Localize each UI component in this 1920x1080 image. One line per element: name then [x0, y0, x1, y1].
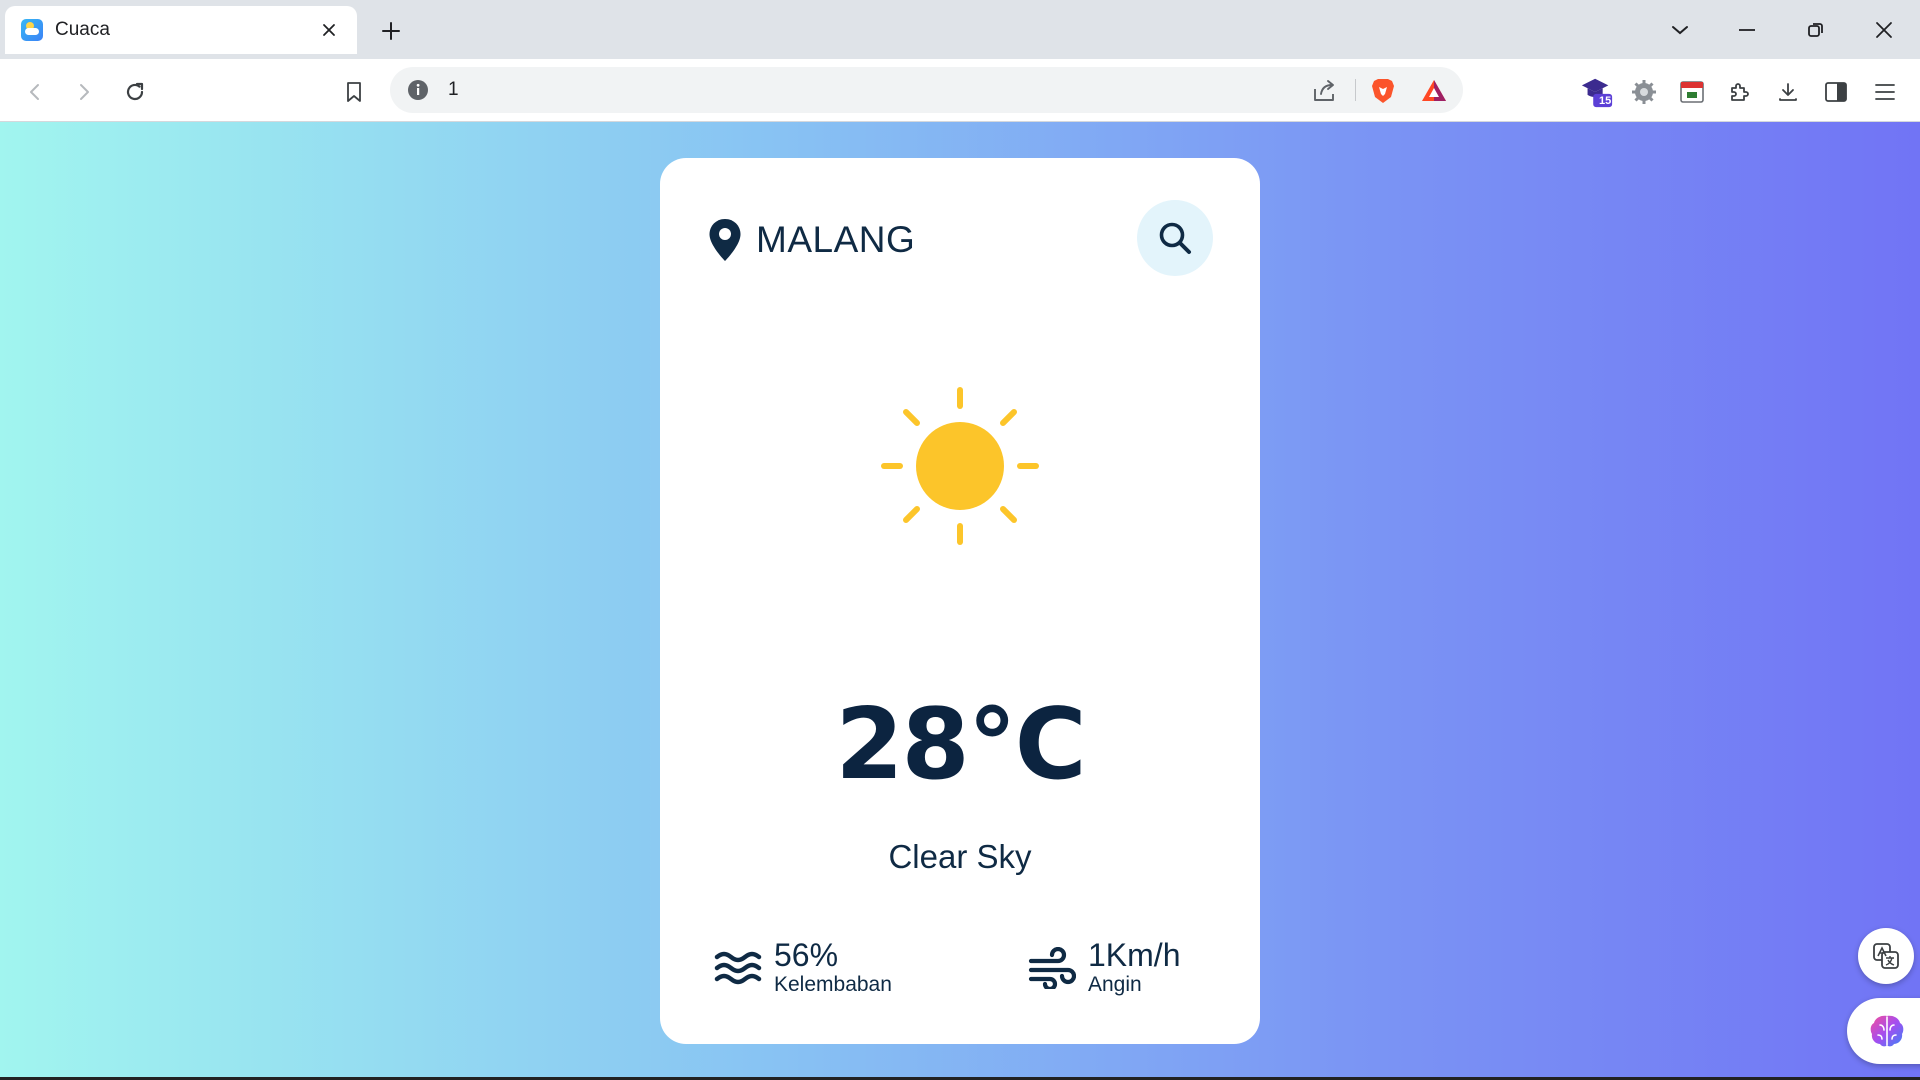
download-icon[interactable]	[1771, 75, 1805, 109]
extension-calendar-icon[interactable]	[1675, 75, 1709, 109]
wind-text: 1Km/h Angin	[1088, 938, 1180, 998]
reload-icon[interactable]	[118, 75, 152, 109]
weather-favicon-icon	[21, 19, 43, 41]
brave-rewards-icon[interactable]	[1420, 77, 1448, 105]
tab-search-chevron-icon[interactable]	[1662, 14, 1698, 46]
bookmark-icon[interactable]	[337, 75, 371, 109]
address-bar[interactable]: 1	[390, 67, 1463, 113]
tab-close-icon[interactable]	[317, 18, 341, 42]
wind-label: Angin	[1088, 973, 1142, 996]
brain-icon	[1870, 1015, 1904, 1047]
url-text: 1	[448, 79, 459, 100]
brave-shields-icon[interactable]	[1370, 77, 1396, 105]
browser-toolbar: 1 15	[0, 59, 1920, 122]
tab-title: Cuaca	[55, 19, 110, 40]
location-row: MALANG	[708, 218, 915, 262]
extension-badge-count: 15	[1599, 95, 1612, 107]
translate-icon	[1873, 943, 1899, 969]
wind-value: 1Km/h	[1088, 937, 1181, 973]
temperature-value: 28°C	[835, 688, 1086, 802]
ai-assistant-button[interactable]	[1847, 998, 1920, 1064]
weather-description: Clear Sky	[888, 838, 1032, 875]
share-icon[interactable]	[1310, 77, 1338, 105]
search-icon	[1159, 222, 1191, 254]
humidity-text: 56% Kelembaban	[774, 938, 892, 998]
extension-graduation-cap-icon[interactable]: 15	[1580, 75, 1614, 109]
browser-tab[interactable]: Cuaca	[5, 6, 357, 54]
humidity-value: 56%	[774, 937, 839, 973]
tab-strip: Cuaca	[0, 0, 1920, 59]
weather-card: MALANG 28°C Clear Sky 56% Kelembaban 1Km…	[660, 158, 1260, 1044]
weather-page: MALANG 28°C Clear Sky 56% Kelembaban 1Km…	[0, 122, 1920, 1080]
back-arrow-icon[interactable]	[18, 75, 52, 109]
restore-icon[interactable]	[1798, 14, 1834, 46]
location-pin-icon	[709, 219, 741, 261]
humidity-label: Kelembaban	[774, 973, 892, 996]
humidity-waves-icon	[714, 951, 762, 985]
wind-stat: 1Km/h Angin	[1028, 938, 1180, 998]
close-window-icon[interactable]	[1866, 14, 1902, 46]
menu-hamburger-icon[interactable]	[1868, 75, 1902, 109]
sidebar-toggle-icon[interactable]	[1819, 75, 1853, 109]
address-bar-divider	[1355, 79, 1356, 101]
city-name: MALANG	[756, 219, 916, 260]
site-info-icon[interactable]	[406, 78, 430, 102]
extensions-puzzle-icon[interactable]	[1723, 75, 1757, 109]
translate-button[interactable]	[1858, 928, 1914, 984]
minimize-icon[interactable]	[1729, 14, 1765, 46]
new-tab-plus-icon[interactable]	[376, 16, 406, 46]
sun-weather-icon	[881, 387, 1039, 545]
forward-arrow-icon[interactable]	[67, 75, 101, 109]
search-button[interactable]	[1137, 200, 1213, 276]
wind-icon	[1028, 947, 1076, 989]
humidity-stat: 56% Kelembaban	[714, 938, 892, 998]
extension-gear-icon[interactable]	[1627, 75, 1661, 109]
